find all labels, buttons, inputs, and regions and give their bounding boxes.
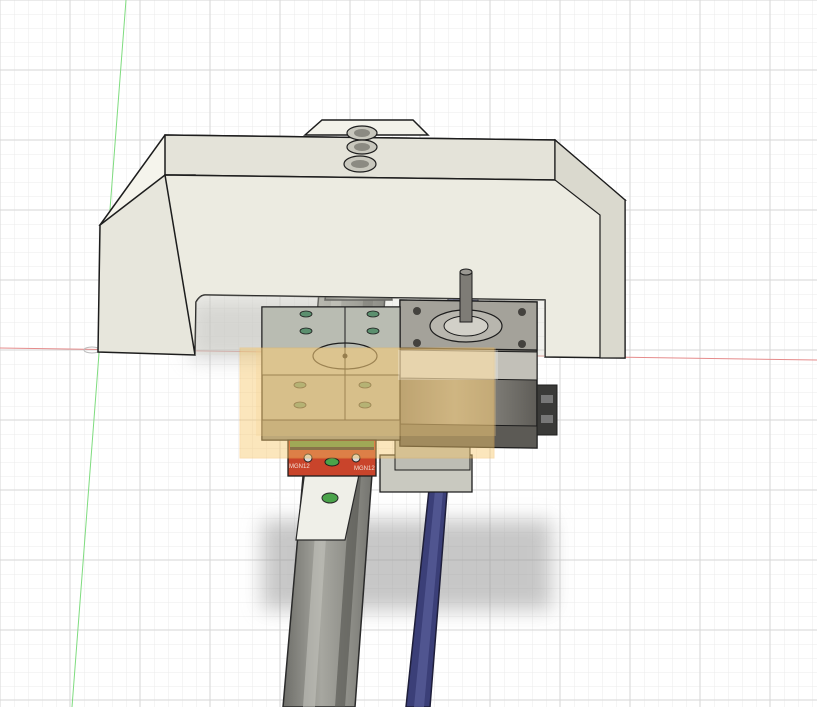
motor-corner-screw <box>518 340 526 348</box>
3d-viewport[interactable]: MGN12 MGN12 <box>0 0 817 707</box>
selection-highlight[interactable] <box>239 347 498 459</box>
block-hole <box>366 327 380 335</box>
block-marking-left: MGN12 <box>289 464 310 470</box>
block-marking-right: MGN12 <box>354 466 375 472</box>
motor-corner-screw <box>413 339 421 347</box>
motor-corner-screw <box>413 307 421 315</box>
rail-mount-hole <box>321 492 339 504</box>
motor-connector <box>536 384 558 436</box>
block-hole <box>299 310 313 318</box>
motor-shaft <box>459 271 473 323</box>
motor-corner-screw <box>518 308 526 316</box>
block-hole <box>366 310 380 318</box>
block-hole <box>299 327 313 335</box>
model-canvas[interactable]: MGN12 MGN12 <box>0 0 817 707</box>
